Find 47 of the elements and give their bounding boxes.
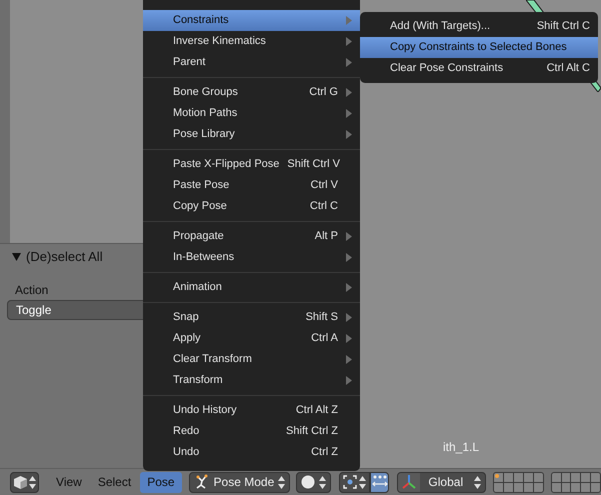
submenu-item[interactable]: Add (With Targets)... Shift Ctrl C	[360, 16, 598, 37]
menu-item[interactable]: Transform	[143, 370, 360, 391]
pivot-point-icon	[343, 475, 358, 489]
collapse-arrow-icon[interactable]	[12, 253, 21, 261]
up-down-arrows-icon	[359, 476, 366, 488]
menu-item[interactable]: In-Betweens	[143, 247, 360, 268]
menu-item[interactable]: Paste Pose Ctrl V	[143, 175, 360, 196]
manipulator-icon	[372, 475, 388, 489]
field-label: Action	[14, 282, 50, 297]
menu-item[interactable]: Paste X-Flipped Pose Shift Ctrl V	[143, 154, 360, 175]
header-menu[interactable]: View	[49, 472, 89, 492]
menu-item[interactable]: Constraints	[143, 10, 360, 31]
menu-item[interactable]: Undo Ctrl Z	[143, 442, 360, 463]
manipulator-toggle[interactable]	[370, 472, 390, 492]
submenu-item[interactable]: Clear Pose Constraints Ctrl Alt C	[360, 58, 598, 79]
pivot-dropdown[interactable]	[339, 472, 370, 492]
layer-grid[interactable]	[493, 472, 544, 492]
header-menu[interactable]: Pose	[140, 472, 182, 492]
orientation-dropdown[interactable]: Global	[397, 472, 486, 492]
menu-item[interactable]: Clear Transform	[143, 349, 360, 370]
menu-item[interactable]: Redo Shift Ctrl Z	[143, 421, 360, 442]
up-down-arrows-icon	[474, 476, 482, 488]
menu-item[interactable]: Bone Groups Ctrl G	[143, 82, 360, 103]
menu-item[interactable]: Parent	[143, 52, 360, 73]
header-menu[interactable]: Select	[90, 472, 138, 492]
sphere-icon	[301, 475, 316, 489]
mode-dropdown[interactable]: Pose Mode	[188, 472, 290, 492]
menu-item[interactable]: Apply Ctrl A	[143, 328, 360, 349]
menu-item[interactable]: Pose Library	[143, 124, 360, 145]
viewport-label: ith_1.L	[443, 439, 480, 456]
submenu-item[interactable]: Copy Constraints to Selected Bones	[360, 37, 598, 58]
up-down-arrows-icon	[278, 476, 286, 488]
pose-figure-icon	[194, 474, 210, 490]
cube-icon	[14, 476, 27, 488]
up-down-arrows-icon	[319, 476, 326, 488]
menu-item[interactable]: Undo History Ctrl Alt Z	[143, 400, 360, 421]
menu-item[interactable]: Animation	[143, 277, 360, 298]
shading-dropdown[interactable]	[296, 472, 332, 492]
layer-grid[interactable]	[550, 472, 601, 492]
up-down-arrows-icon	[28, 476, 36, 488]
menu-item[interactable]: Motion Paths	[143, 103, 360, 124]
editor-type-button[interactable]	[10, 472, 40, 492]
axes-icon	[401, 474, 418, 490]
menu-item[interactable]: Copy Pose Ctrl C	[143, 196, 360, 217]
menu-item[interactable]: Propagate Alt P	[143, 226, 360, 247]
panel-title: (De)select All	[26, 248, 103, 266]
menu-item[interactable]: Inverse Kinematics	[143, 31, 360, 52]
